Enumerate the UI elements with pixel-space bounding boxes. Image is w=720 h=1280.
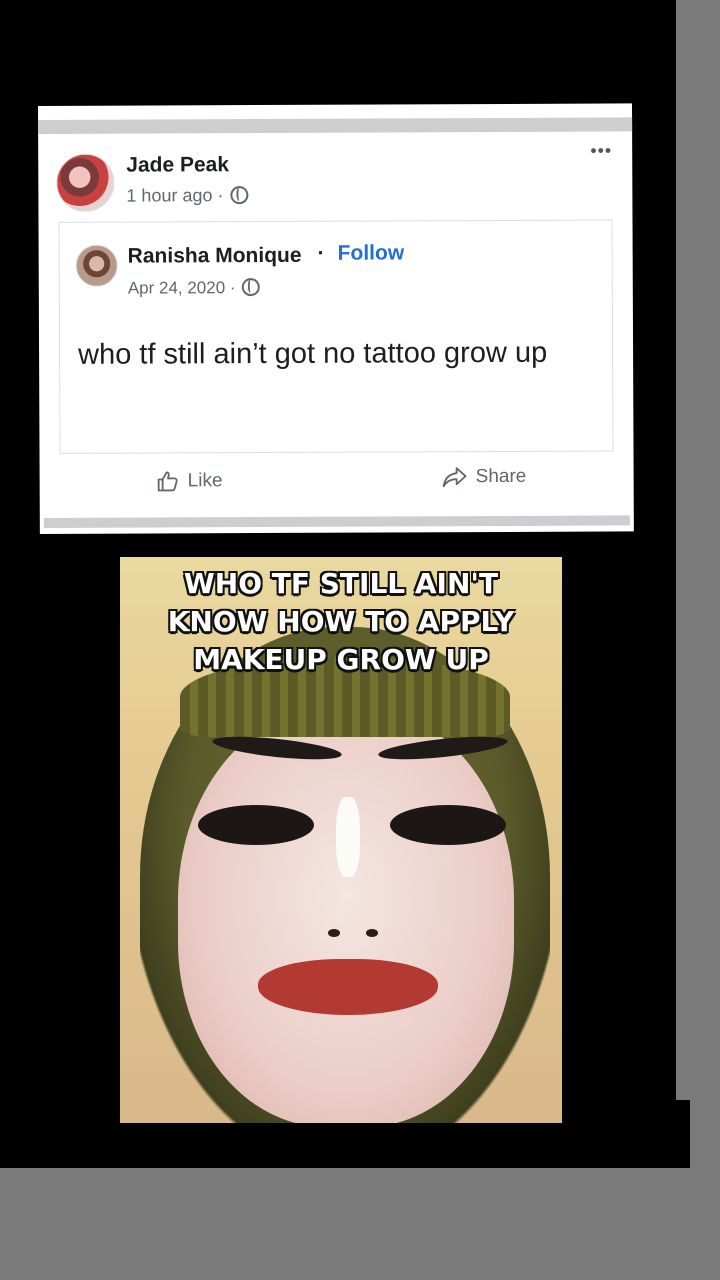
share-icon: [442, 467, 467, 488]
nose-highlight: [336, 797, 360, 877]
shared-post-meta: Apr 24, 2020 ·: [128, 278, 261, 299]
shared-author-avatar[interactable]: [75, 244, 118, 287]
globe-icon: [230, 186, 249, 205]
meme-image: Who TF still ain't Know how to apply mak…: [120, 557, 562, 1123]
poster-meta: 1 hour ago ·: [126, 185, 249, 207]
follow-button[interactable]: Follow: [338, 241, 405, 265]
meme-caption: Who TF still ain't Know how to apply mak…: [120, 565, 562, 679]
like-label: Like: [187, 470, 223, 492]
lips: [258, 959, 438, 1015]
left-nostril: [328, 929, 340, 937]
card-bottom-divider: [43, 515, 630, 528]
post-time[interactable]: 1 hour ago ·: [126, 185, 228, 205]
shared-post[interactable]: Ranisha Monique · Follow Apr 24, 2020 · …: [58, 219, 614, 454]
meme-caption-line: makeup grow up: [193, 643, 489, 676]
shared-author-name[interactable]: Ranisha Monique: [128, 244, 302, 269]
left-eye: [198, 805, 314, 845]
share-button[interactable]: Share: [442, 466, 527, 488]
poster-name[interactable]: Jade Peak: [126, 153, 229, 177]
shared-post-date[interactable]: Apr 24, 2020 ·: [128, 278, 241, 297]
right-nostril: [366, 929, 378, 937]
separator-dot: ·: [317, 241, 325, 265]
more-icon[interactable]: •••: [590, 140, 612, 160]
globe-icon: [242, 278, 261, 297]
meme-caption-line: Know how to apply: [167, 605, 515, 638]
like-icon: [157, 471, 178, 492]
meme-caption-line: Who TF still ain't: [183, 567, 499, 600]
face: [178, 707, 514, 1123]
poster-avatar[interactable]: [56, 153, 115, 212]
post-text: who tf still ain’t got no tattoo grow up: [78, 336, 548, 371]
like-button[interactable]: Like: [156, 469, 223, 493]
card-top-divider: [38, 117, 633, 134]
facebook-post-card: ••• Jade Peak 1 hour ago · Ranisha Moniq…: [38, 103, 634, 534]
share-label: Share: [475, 465, 527, 488]
right-eye: [390, 805, 506, 845]
